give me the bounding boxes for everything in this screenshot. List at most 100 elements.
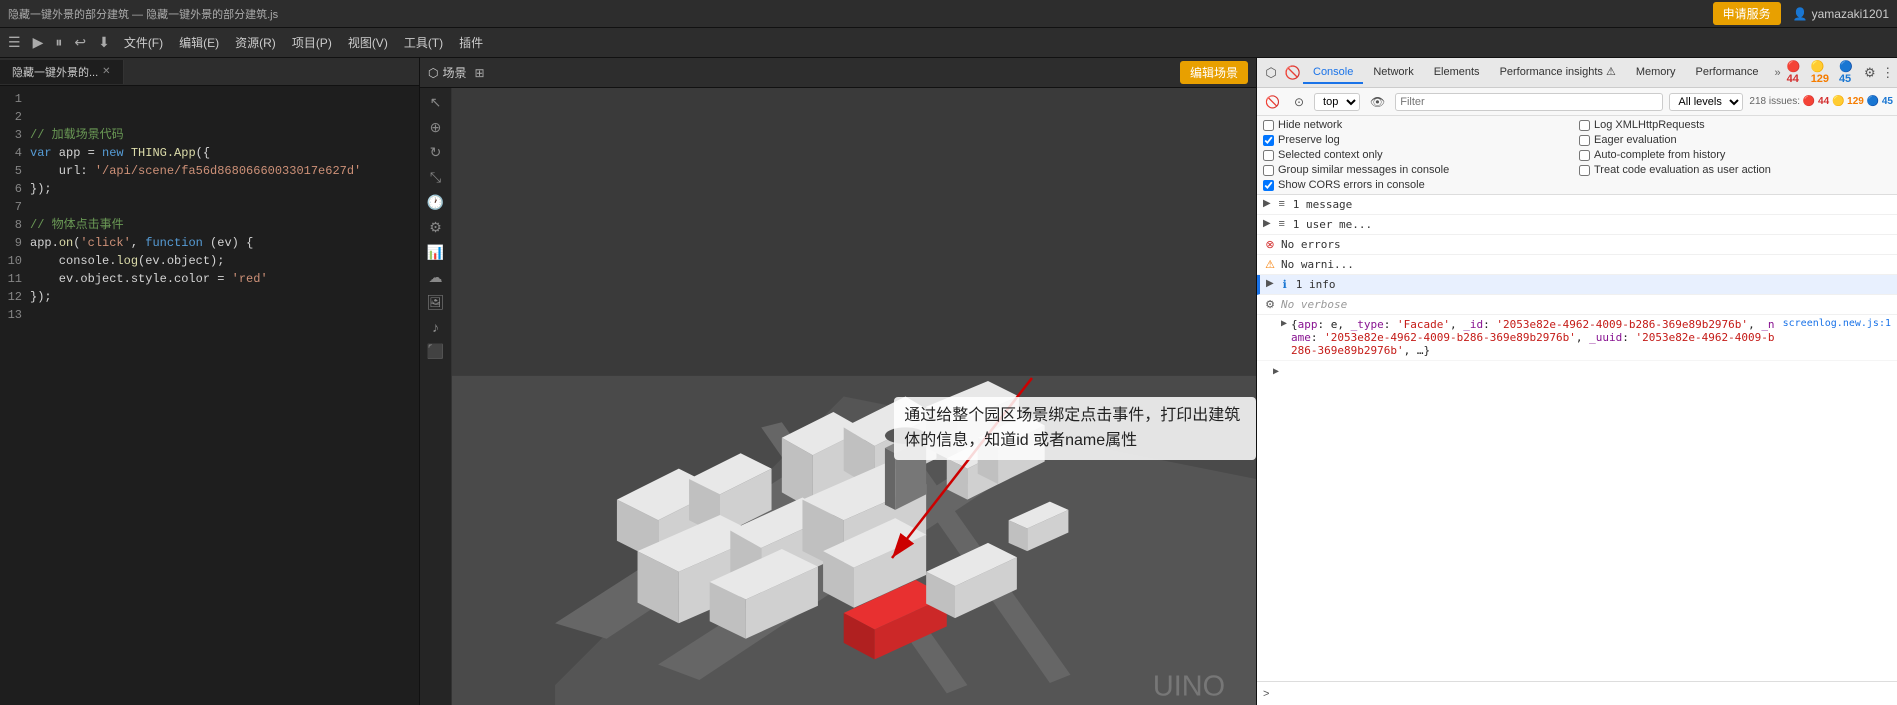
filter-treat-code-checkbox[interactable] xyxy=(1579,165,1590,176)
obj-expand-row[interactable]: ▶ xyxy=(1257,361,1897,380)
filter-hide-network-checkbox[interactable] xyxy=(1263,120,1274,131)
menu-icon[interactable]: ☰ xyxy=(6,32,23,53)
filter-log-xhr[interactable]: Log XMLHttpRequests xyxy=(1579,119,1891,131)
menu-tools[interactable]: 工具(T) xyxy=(400,32,447,53)
menu-project[interactable]: 项目(P) xyxy=(288,32,336,53)
expand-arrow-icon[interactable]: ▶ xyxy=(1273,366,1279,377)
scene-tool-music[interactable]: ♪ xyxy=(432,319,439,335)
scene-tool-clock[interactable]: 🕐 xyxy=(427,194,444,211)
console-msg-1message[interactable]: ▶ ≡ 1 message xyxy=(1257,195,1897,215)
console-msg-nowarnings[interactable]: ⚠ No warni... xyxy=(1257,255,1897,275)
tab-memory[interactable]: Memory xyxy=(1626,62,1686,84)
tab-console[interactable]: Console xyxy=(1303,62,1363,84)
msg-text: No warni... xyxy=(1281,258,1891,271)
filter-log-xhr-checkbox[interactable] xyxy=(1579,120,1590,131)
scene-tool-puzzle[interactable]: ⬛ xyxy=(427,343,444,360)
filter-autocomplete-checkbox[interactable] xyxy=(1579,150,1590,161)
devtools-right-icons: 🔴 44 🟡 129 🔵 45 ⚙ ⋮ ✕ xyxy=(1787,60,1897,85)
devtools-block-icon[interactable]: 🚫 xyxy=(1283,63,1303,83)
menu-resources[interactable]: 资源(R) xyxy=(231,32,280,53)
code-line: 3 // 加载场景代码 xyxy=(0,126,419,144)
scene-tool-group[interactable]: ⚙ xyxy=(429,219,442,236)
obj-expand-icon[interactable]: ▶ xyxy=(1281,318,1287,329)
play-icon[interactable]: ▶ xyxy=(31,32,46,53)
source-link[interactable]: screenlog.new.js:1 xyxy=(1783,318,1891,329)
devtools-inspect-icon[interactable]: ⬡ xyxy=(1261,63,1281,83)
edit-scene-button[interactable]: 编辑场景 xyxy=(1180,61,1248,84)
expand-icon[interactable]: ▶ xyxy=(1263,218,1271,229)
scene-tool-image[interactable]: 🖼 xyxy=(427,294,445,311)
msg-text: 1 message xyxy=(1293,198,1891,211)
console-messages[interactable]: ▶ ≡ 1 message ▶ ≡ 1 user me... ⊗ No erro… xyxy=(1257,195,1897,681)
scene-tool-select[interactable]: ↖ xyxy=(430,94,442,111)
filter-group-similar-checkbox[interactable] xyxy=(1263,165,1274,176)
menu-view[interactable]: 视图(V) xyxy=(344,32,392,53)
tab-more[interactable]: » xyxy=(1769,63,1787,83)
menu-file[interactable]: 文件(F) xyxy=(120,32,167,53)
editor-toolbar: ☰ ▶ ⏸ ↩ ⬇ 文件(F) 编辑(E) 资源(R) 项目(P) 视图(V) … xyxy=(0,28,1897,58)
warn-badge: 🟡 129 xyxy=(1811,60,1835,85)
tab-elements[interactable]: Elements xyxy=(1424,62,1490,84)
scene-tab[interactable]: ⬡ 场景 xyxy=(428,64,467,81)
console-level-select[interactable]: All levels xyxy=(1669,93,1743,111)
filter-cors-errors-checkbox[interactable] xyxy=(1263,180,1274,191)
filter-eager-eval[interactable]: Eager evaluation xyxy=(1579,134,1891,146)
pause-icon[interactable]: ⏸ xyxy=(53,32,64,53)
console-filters: Hide network Preserve log Selected conte… xyxy=(1257,116,1897,195)
scene-left-icons: ↖ ⊕ ↻ ⤡ 🕐 ⚙ 📊 ☁ 🖼 ♪ ⬛ xyxy=(420,88,452,705)
code-line: 8 // 物体点击事件 xyxy=(0,216,419,234)
code-line: 5 url: '/api/scene/fa56d86806660033017e6… xyxy=(0,162,419,180)
filter-selected-context[interactable]: Selected context only xyxy=(1263,149,1575,161)
filter-eager-eval-checkbox[interactable] xyxy=(1579,135,1590,146)
console-eye2-icon[interactable]: 👁 xyxy=(1366,93,1389,111)
code-area[interactable]: 1 2 3 // 加载场景代码 4 var app = new THING.Ap… xyxy=(0,86,419,705)
scene-tool-rotate[interactable]: ↻ xyxy=(430,144,442,161)
editor-tab-item[interactable]: 隐藏一键外景的... ✕ xyxy=(0,60,124,84)
tab-network[interactable]: Network xyxy=(1363,62,1423,84)
svg-text:UINO: UINO xyxy=(1153,670,1225,702)
devtools-settings-icon[interactable]: ⚙ xyxy=(1863,63,1877,83)
filter-group-similar[interactable]: Group similar messages in console xyxy=(1263,164,1575,176)
undo-icon[interactable]: ↩ xyxy=(72,32,88,53)
scene-tab-icon2[interactable]: ⊞ xyxy=(475,66,485,80)
expand-icon[interactable]: ▶ xyxy=(1266,278,1274,289)
console-msg-noverbose[interactable]: ⚙ No verbose xyxy=(1257,295,1897,315)
download-icon[interactable]: ⬇ xyxy=(96,32,112,53)
devtools-more-icon[interactable]: ⋮ xyxy=(1881,63,1895,83)
console-msg-usermessage[interactable]: ▶ ≡ 1 user me... xyxy=(1257,215,1897,235)
scene-tool-move[interactable]: ⊕ xyxy=(430,119,442,136)
filter-cors-errors[interactable]: Show CORS errors in console xyxy=(1263,179,1575,191)
scene-viewport[interactable]: UINO NO 通过给整个园区场景绑定点击事 xyxy=(452,88,1256,705)
code-line: 2 xyxy=(0,108,419,126)
console-input[interactable] xyxy=(1273,687,1891,700)
console-input-bar: > xyxy=(1257,681,1897,705)
filter-preserve-log-checkbox[interactable] xyxy=(1263,135,1274,146)
console-clear-icon[interactable]: 🚫 xyxy=(1261,93,1284,111)
code-line: 10 console.log(ev.object); xyxy=(0,252,419,270)
menu-plugin[interactable]: 插件 xyxy=(455,32,487,53)
scene-tool-cloud[interactable]: ☁ xyxy=(429,269,443,286)
msg-icon-info: ℹ xyxy=(1278,278,1292,291)
filter-selected-context-checkbox[interactable] xyxy=(1263,150,1274,161)
expand-icon[interactable]: ▶ xyxy=(1263,198,1271,209)
apply-service-button[interactable]: 申请服务 xyxy=(1713,2,1781,25)
msg-icon-list: ≡ xyxy=(1275,198,1289,210)
filter-hide-network[interactable]: Hide network xyxy=(1263,119,1575,131)
error-badge: 🔴 44 xyxy=(1787,60,1807,85)
console-eye-icon[interactable]: ⊙ xyxy=(1290,93,1308,111)
tab-performance-insights[interactable]: Performance insights ⚠ xyxy=(1490,61,1626,84)
console-filter-input[interactable] xyxy=(1395,93,1663,111)
console-obj-text: {app: e, _type: 'Facade', _id: '2053e82e… xyxy=(1291,318,1779,357)
console-msg-info[interactable]: ▶ ℹ 1 info xyxy=(1257,275,1897,295)
filter-preserve-log[interactable]: Preserve log xyxy=(1263,134,1575,146)
menu-edit[interactable]: 编辑(E) xyxy=(175,32,223,53)
console-obj-line[interactable]: ▶ {app: e, _type: 'Facade', _id: '2053e8… xyxy=(1257,315,1897,361)
filter-treat-code[interactable]: Treat code evaluation as user action xyxy=(1579,164,1891,176)
close-tab-icon[interactable]: ✕ xyxy=(102,66,110,77)
console-context-select[interactable]: top xyxy=(1314,93,1360,111)
tab-performance[interactable]: Performance xyxy=(1686,62,1769,84)
console-msg-noerrors[interactable]: ⊗ No errors xyxy=(1257,235,1897,255)
scene-tool-chart[interactable]: 📊 xyxy=(427,244,444,261)
scene-tool-scale[interactable]: ⤡ xyxy=(430,169,441,186)
filter-autocomplete[interactable]: Auto-complete from history xyxy=(1579,149,1891,161)
